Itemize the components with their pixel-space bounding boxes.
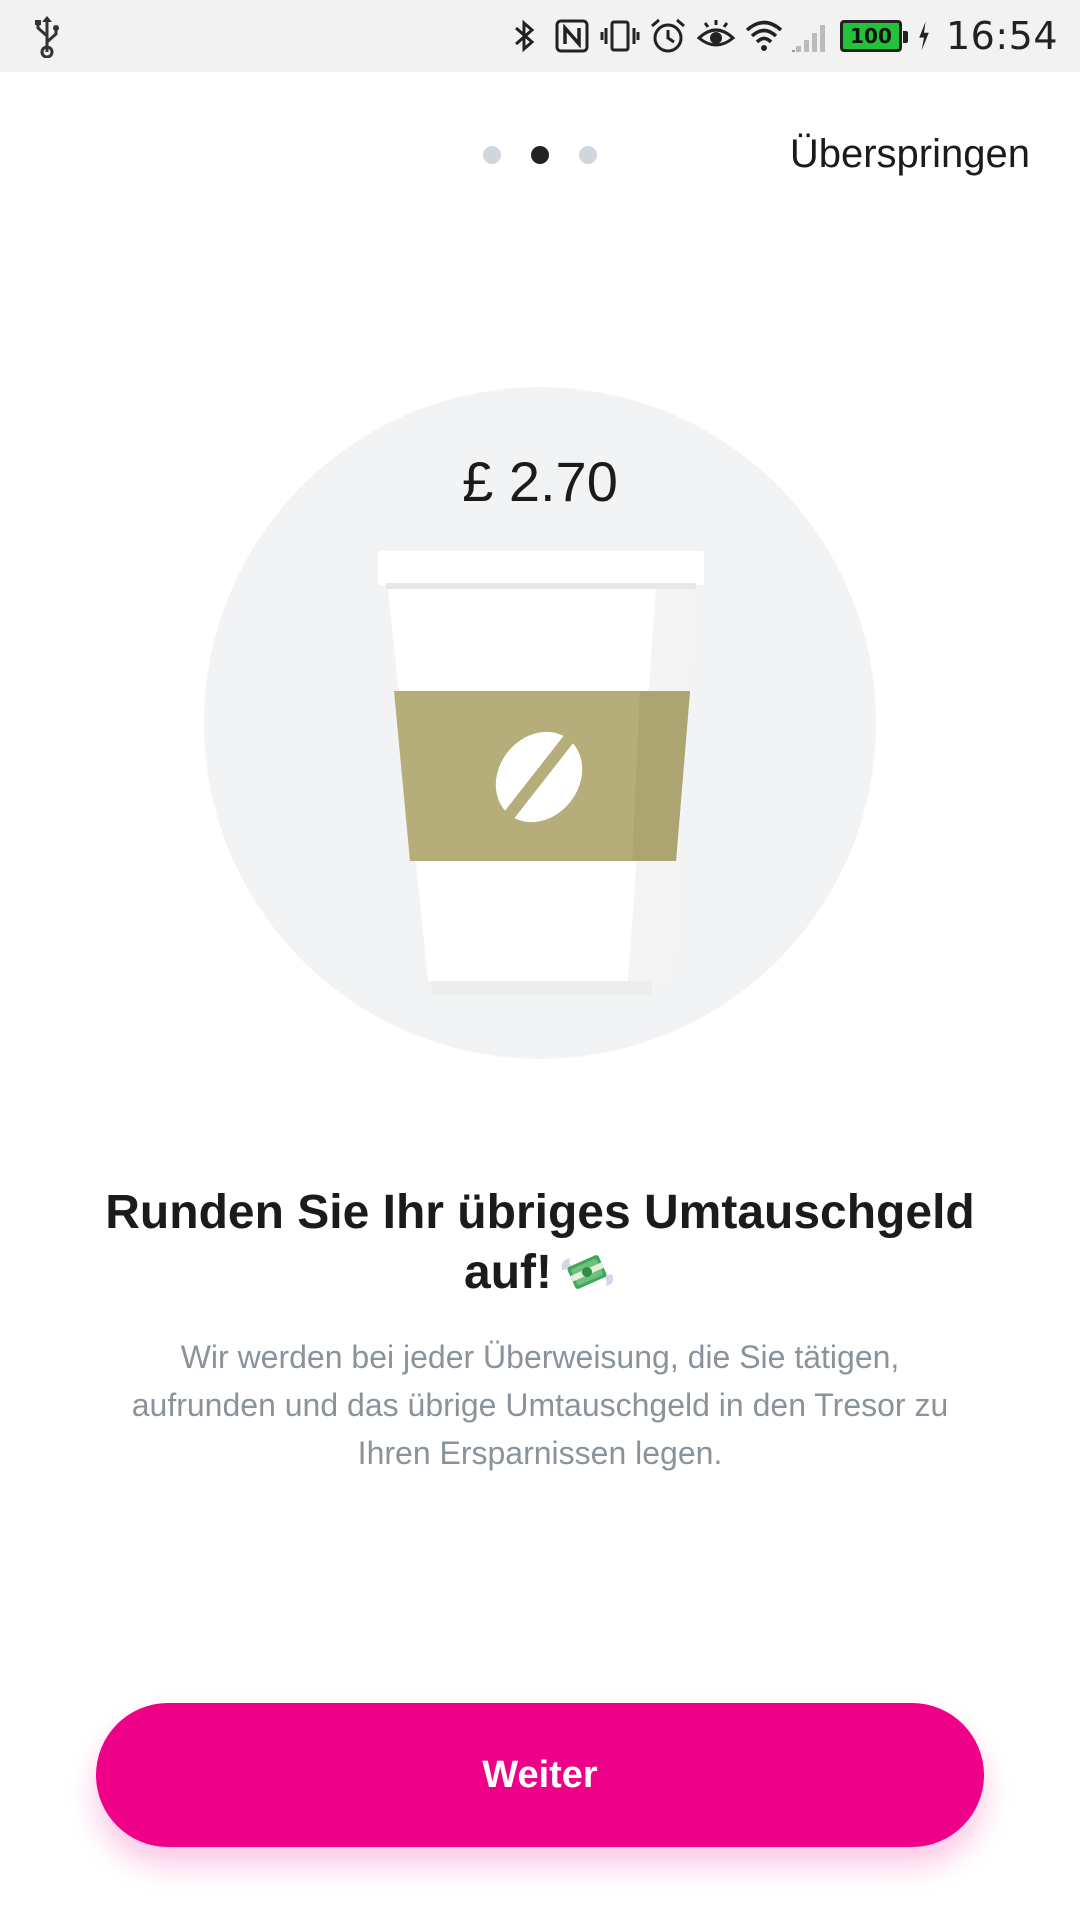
usb-icon <box>35 16 59 58</box>
bluetooth-icon <box>514 19 535 53</box>
charging-icon <box>919 21 929 51</box>
headline: Runden Sie Ihr übriges Umtauschgeld auf! <box>90 1183 990 1303</box>
status-time: 16:54 <box>945 14 1058 58</box>
battery-icon: 100 <box>839 20 908 52</box>
onboarding-screen: 100 16:54 Überspringen £ 2.70 Runden Sie… <box>0 0 1080 1920</box>
eye-icon <box>696 20 736 47</box>
page-dot-3 <box>579 146 597 164</box>
status-icons: 100 16:54 <box>504 0 1058 72</box>
wifi-icon <box>745 20 783 51</box>
vibrate-icon <box>600 20 640 52</box>
skip-button[interactable]: Überspringen <box>790 132 1030 177</box>
money-with-wings-icon <box>561 1255 614 1289</box>
page-dot-2-active <box>531 146 549 164</box>
status-bar: 100 16:54 <box>0 0 1080 72</box>
continue-button[interactable]: Weiter <box>96 1703 984 1847</box>
description-text: Wir werden bei jeder Überweisung, die Si… <box>131 1339 949 1471</box>
headline-text: Runden Sie Ihr übriges Umtauschgeld auf! <box>105 1186 975 1299</box>
signal-icon <box>791 25 825 52</box>
battery-level: 100 <box>850 24 892 48</box>
nfc-icon <box>555 19 589 53</box>
alarm-icon <box>651 18 685 53</box>
coffee-cup-icon <box>378 551 704 995</box>
illustration-circle: £ 2.70 <box>204 387 876 1059</box>
page-dot-1 <box>483 146 501 164</box>
